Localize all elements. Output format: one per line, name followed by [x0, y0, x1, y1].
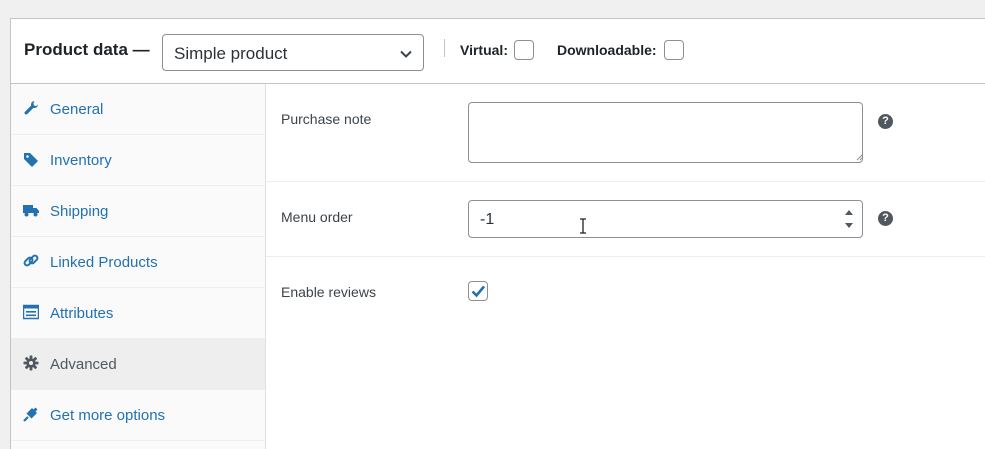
tab-get-more-options[interactable]: Get more options [11, 390, 265, 441]
tab-label: Advanced [50, 356, 117, 373]
tab-shipping[interactable]: Shipping [11, 186, 265, 237]
header-divider [444, 39, 445, 57]
product-data-tabs: General Inventory Shipping Linked Produc… [11, 84, 266, 449]
list-view-icon [23, 304, 39, 320]
tab-label: Inventory [50, 152, 112, 169]
product-data-panel: Product data — Simple product Virtual: D… [10, 18, 985, 449]
menu-order-help-icon[interactable]: ? [878, 211, 893, 226]
wrench-icon [24, 101, 38, 115]
menu-order-input[interactable]: -1 [468, 200, 863, 238]
menu-order-label: Menu order [281, 209, 353, 225]
tab-label: Shipping [50, 203, 109, 220]
enable-reviews-label: Enable reviews [281, 284, 376, 300]
tab-label: Linked Products [50, 254, 158, 271]
tab-general[interactable]: General [11, 84, 265, 135]
tab-attributes[interactable]: Attributes [11, 288, 265, 339]
menu-order-value: -1 [480, 211, 495, 228]
advanced-options-panel: Purchase note ? Menu order -1 ? Enable r… [266, 84, 985, 449]
chevron-down-icon [400, 50, 412, 58]
enable-reviews-row: Enable reviews [266, 257, 985, 327]
product-type-select[interactable]: Simple product [162, 34, 424, 71]
number-spinner-icon[interactable] [842, 205, 856, 233]
link-icon [23, 254, 39, 267]
checkmark-icon [471, 285, 485, 298]
tab-label: Get more options [50, 407, 166, 424]
enable-reviews-checkbox[interactable] [468, 281, 488, 301]
tab-label: General [50, 101, 104, 118]
plugin-icon [23, 407, 38, 422]
tag-icon [24, 153, 38, 167]
truck-icon [23, 205, 39, 217]
product-data-title: Product data — [24, 40, 150, 59]
purchase-note-textarea[interactable] [468, 102, 863, 163]
downloadable-checkbox[interactable] [664, 40, 684, 60]
virtual-checkbox[interactable] [514, 40, 534, 60]
menu-order-row: Menu order -1 ? [266, 182, 985, 257]
purchase-note-row: Purchase note ? [266, 84, 985, 182]
gear-icon [23, 355, 39, 371]
purchase-note-help-icon[interactable]: ? [878, 114, 893, 129]
tab-inventory[interactable]: Inventory [11, 135, 265, 186]
purchase-note-label: Purchase note [281, 111, 372, 127]
downloadable-label: Downloadable: [557, 42, 657, 58]
text-cursor-icon [580, 218, 586, 234]
tab-advanced[interactable]: Advanced [11, 339, 265, 390]
product-data-header: Product data — Simple product Virtual: D… [11, 19, 985, 84]
tab-label: Attributes [50, 305, 114, 322]
virtual-label: Virtual: [460, 42, 508, 58]
product-type-value: Simple product [174, 44, 288, 63]
resize-grip-icon[interactable] [856, 153, 864, 161]
tab-linked-products[interactable]: Linked Products [11, 237, 265, 288]
